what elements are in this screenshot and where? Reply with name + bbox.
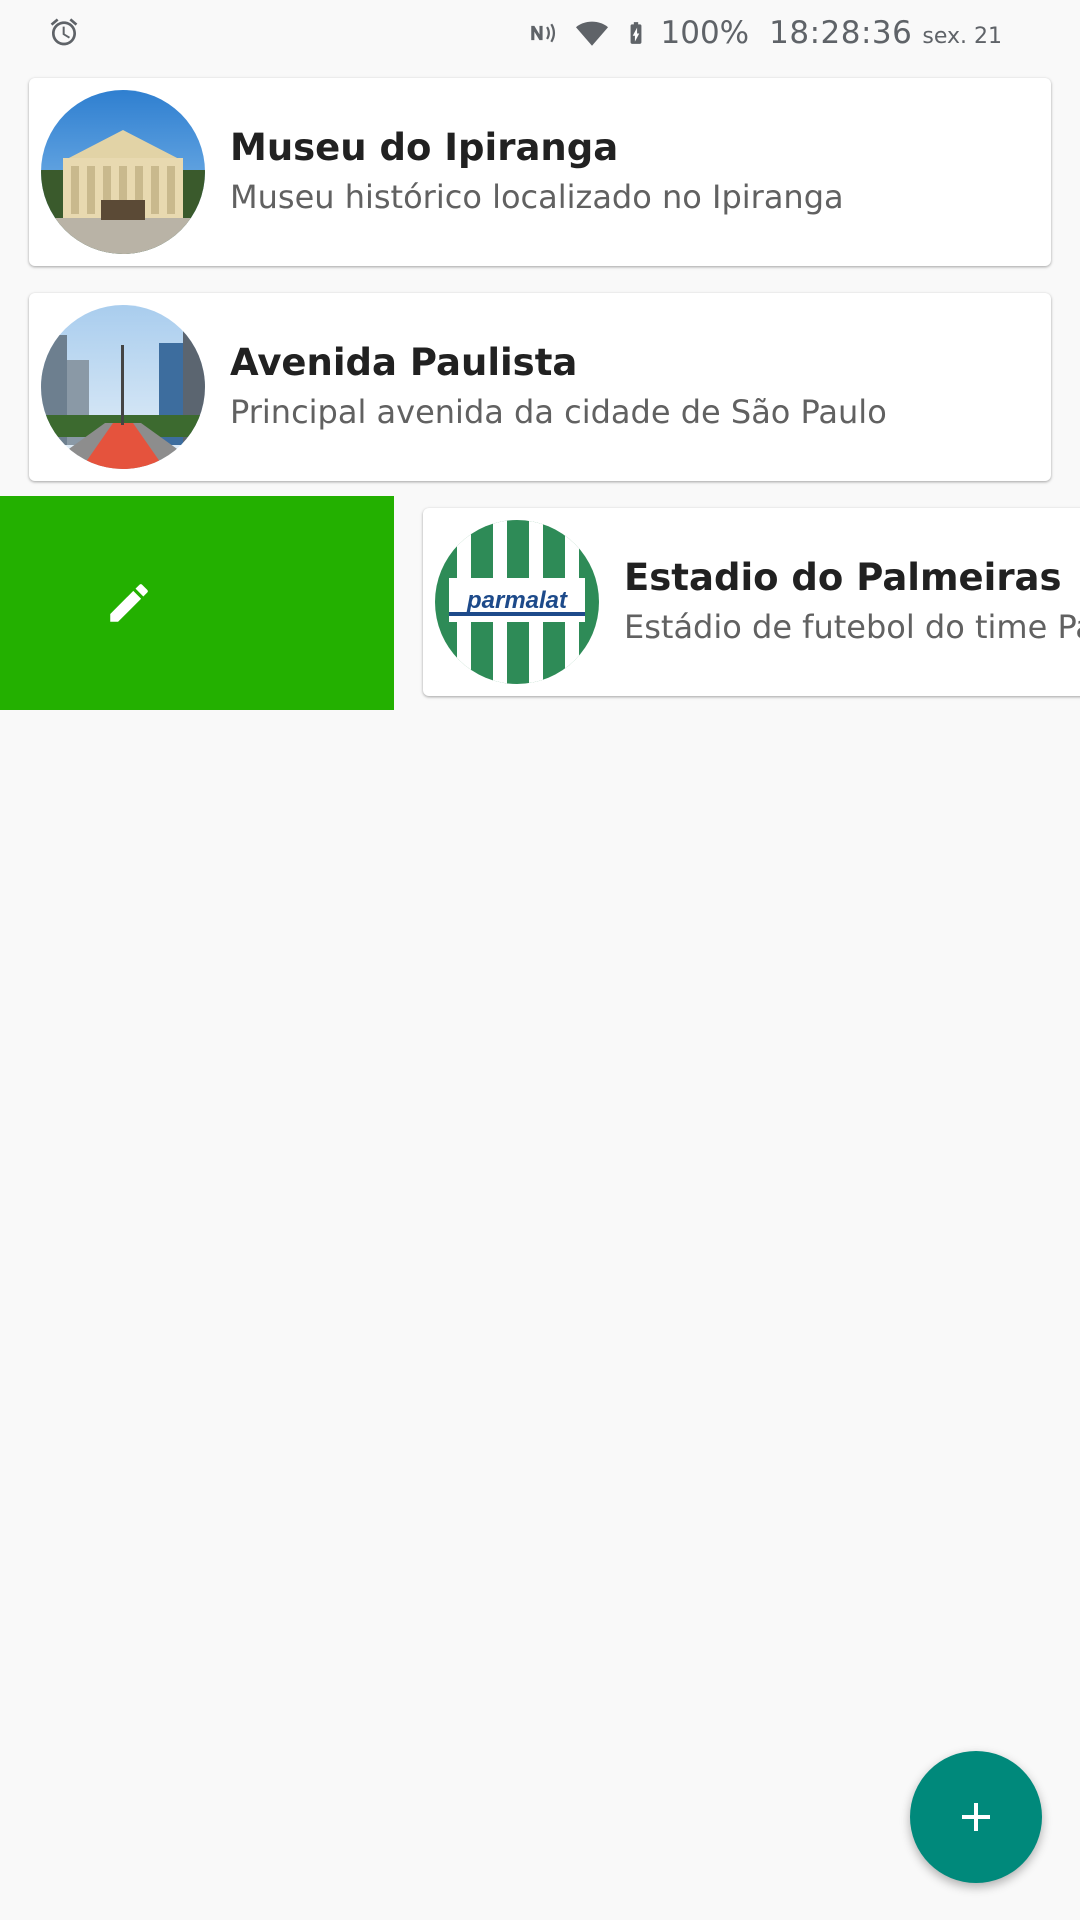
wifi-icon (575, 21, 608, 46)
battery-charging-icon (630, 22, 641, 44)
place-title: Museu do Ipiranga (230, 126, 619, 169)
nfc-icon (530, 23, 555, 43)
place-description: Principal avenida da cidade de São Paulo (230, 393, 887, 431)
add-icon (962, 1803, 990, 1831)
palmeiras-thumbnail: parmalat (435, 520, 599, 684)
place-card-avenida-paulista[interactable]: Avenida Paulista Principal avenida da ci… (29, 293, 1051, 481)
place-description: Estádio de futebol do time Palmeiras (624, 608, 1080, 646)
battery-percentage: 100% (660, 15, 750, 51)
place-description: Museu histórico localizado no Ipiranga (230, 178, 844, 216)
place-card-estadio-do-palmeiras[interactable]: parmalat Estadio do Palmeiras Estádio de… (423, 508, 1080, 696)
museum-thumbnail (41, 90, 205, 254)
edit-icon[interactable] (104, 578, 154, 628)
place-title: Estadio do Palmeiras (624, 556, 1062, 599)
avenue-thumbnail (41, 305, 205, 469)
place-title: Avenida Paulista (230, 341, 578, 384)
palmeiras-jersey-photo: parmalat (435, 520, 599, 684)
add-place-button[interactable] (910, 1751, 1042, 1883)
place-card-museu-do-ipiranga[interactable]: Museu do Ipiranga Museu histórico locali… (29, 78, 1051, 266)
museum-photo (41, 90, 205, 254)
swipe-edit-background[interactable] (0, 496, 394, 710)
status-bar: 100% 18:28:36 sex. 21 (0, 0, 1080, 66)
avenue-photo (41, 305, 205, 469)
alarm-icon (50, 18, 78, 46)
clock-time: 18:28:36 (769, 15, 913, 51)
clock-date: sex. 21 (922, 23, 1002, 49)
parmalat-logo-text: parmalat (466, 587, 568, 614)
